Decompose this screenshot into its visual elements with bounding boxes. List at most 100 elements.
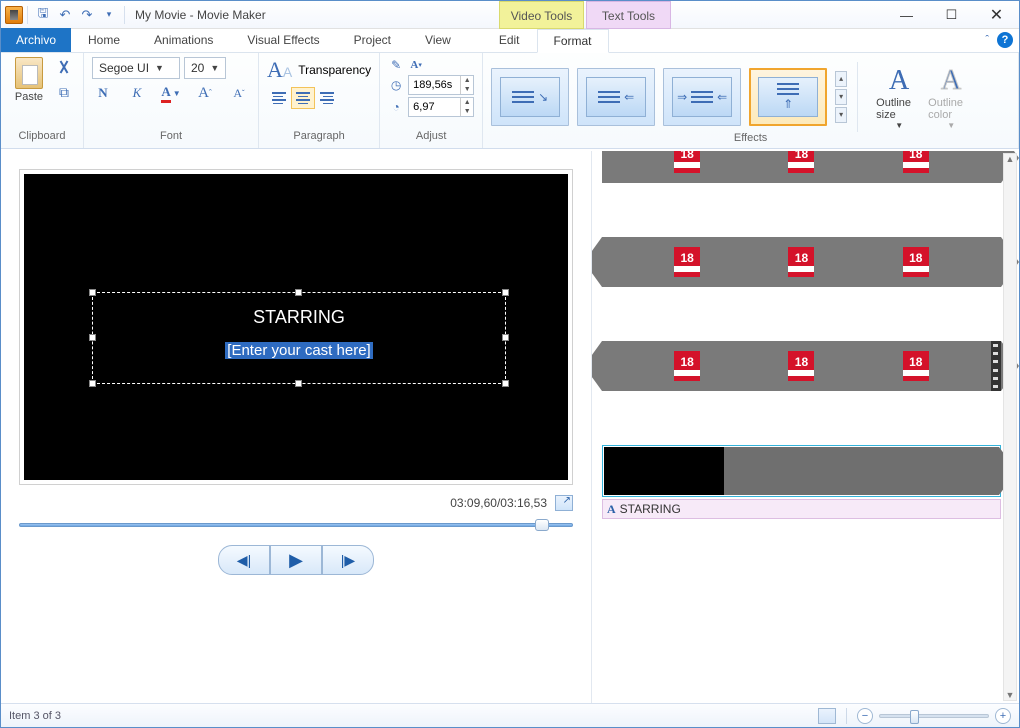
zoom-knob[interactable]: [910, 710, 919, 724]
resize-handle[interactable]: [295, 289, 302, 296]
resize-handle[interactable]: [502, 334, 509, 341]
maximize-button[interactable]: ☐: [929, 1, 974, 29]
font-size-combo[interactable]: 20▼: [184, 57, 226, 79]
text-icon: A: [607, 502, 616, 517]
minimize-button[interactable]: ―: [884, 1, 929, 29]
help-icon[interactable]: ?: [997, 32, 1013, 48]
undo-icon[interactable]: ↶: [54, 4, 76, 26]
timeline-clip[interactable]: 18 18 18: [602, 237, 1001, 287]
fullscreen-button[interactable]: [555, 495, 573, 511]
edit-text-icon[interactable]: ✎: [388, 57, 404, 73]
rating-badge: 18: [903, 351, 929, 381]
close-button[interactable]: ✕: [974, 1, 1019, 29]
effect-scroll-up[interactable]: ⇑: [749, 68, 827, 126]
rating-badge: 18: [903, 247, 929, 277]
tab-visual-effects[interactable]: Visual Effects: [230, 28, 336, 52]
resize-handle[interactable]: [502, 380, 509, 387]
effect-scroll-in[interactable]: ⇒⇐: [663, 68, 741, 126]
effect-scroll-diag[interactable]: ↘: [491, 68, 569, 126]
font-color-button[interactable]: A▼: [160, 83, 182, 103]
effect-scroll-left[interactable]: ⇐: [577, 68, 655, 126]
prev-frame-button[interactable]: ◀|: [218, 545, 270, 575]
outline-color-button: AOutline color▼: [928, 65, 974, 130]
quick-access-toolbar: 🖫 ↶ ↷ ▾: [1, 4, 129, 26]
rating-badge: 18: [674, 151, 700, 173]
tab-view[interactable]: View: [408, 28, 468, 52]
resize-handle[interactable]: [295, 380, 302, 387]
tab-animations[interactable]: Animations: [137, 28, 230, 52]
resize-handle[interactable]: [89, 289, 96, 296]
start-time-spinner[interactable]: 189,56s▲▼: [408, 75, 474, 95]
adjust-group-label: Adjust: [388, 130, 474, 146]
timecode-row: 03:09,60/03:16,53: [19, 495, 573, 511]
seek-knob[interactable]: [535, 519, 549, 531]
align-left-button[interactable]: [267, 87, 291, 109]
main-area: STARRING [Enter your cast here] 03:09,60…: [1, 151, 1019, 703]
vertical-scrollbar[interactable]: ▲▼: [1003, 153, 1017, 701]
tab-edit[interactable]: Edit: [482, 28, 537, 52]
timeline-clip[interactable]: 18 18 18: [602, 151, 1001, 183]
text-box[interactable]: STARRING [Enter your cast here]: [92, 292, 506, 384]
app-icon[interactable]: [5, 6, 23, 24]
text-color-icon[interactable]: A▾: [408, 57, 424, 73]
zoom-control: − +: [857, 708, 1011, 724]
caption-placeholder[interactable]: [Enter your cast here]: [93, 342, 505, 359]
tab-file[interactable]: Archivo: [1, 28, 71, 52]
zoom-in-button[interactable]: +: [995, 708, 1011, 724]
view-mode-button[interactable]: [818, 708, 836, 724]
status-item-count: Item 3 of 3: [9, 710, 61, 722]
collapse-ribbon-icon[interactable]: ˆ: [985, 34, 989, 46]
timecode: 03:09,60/03:16,53: [450, 496, 547, 510]
next-frame-button[interactable]: |▶: [322, 545, 374, 575]
copy-button[interactable]: ⧉: [53, 81, 75, 103]
qat-customize-icon[interactable]: ▾: [98, 4, 120, 26]
clipboard-group-label: Clipboard: [9, 130, 75, 146]
play-button[interactable]: ▶: [270, 545, 322, 575]
playback-controls: ◀| ▶ |▶: [19, 545, 573, 575]
redo-icon[interactable]: ↷: [76, 4, 98, 26]
font-name-combo[interactable]: Segoe UI▼: [92, 57, 180, 79]
preview-pane: STARRING [Enter your cast here] 03:09,60…: [1, 151, 591, 703]
video-tools-tab-header: Video Tools: [499, 1, 584, 29]
bold-button[interactable]: N: [92, 83, 114, 103]
preview-canvas[interactable]: STARRING [Enter your cast here]: [24, 174, 568, 480]
resize-handle[interactable]: [89, 380, 96, 387]
group-paragraph: AA Transparency Paragraph: [259, 53, 380, 148]
save-icon[interactable]: 🖫: [32, 4, 54, 26]
tab-format[interactable]: Format: [537, 29, 609, 53]
effects-group-label: Effects: [491, 132, 1010, 146]
paste-label: Paste: [15, 91, 43, 103]
caption-track[interactable]: A STARRING: [602, 499, 1001, 519]
scissors-icon: [55, 59, 73, 77]
tab-project[interactable]: Project: [337, 28, 408, 52]
timeline-pane[interactable]: 18 18 18 18 18 18 18 18 18 A STARRING ▲▼: [591, 151, 1019, 703]
transparency-button[interactable]: Transparency: [298, 63, 371, 77]
text-tools-tab-header: Text Tools: [586, 1, 671, 29]
preview-canvas-wrap: STARRING [Enter your cast here]: [19, 169, 573, 485]
filmstrip-icon: [991, 341, 1001, 391]
ribbon: Paste ⧉ Clipboard Segoe UI▼ 20▼ N K A▼ A…: [1, 53, 1019, 149]
outline-size-button[interactable]: AOutline size▼: [876, 65, 922, 130]
zoom-slider[interactable]: [879, 714, 989, 718]
rating-badge: 18: [788, 351, 814, 381]
timeline-clip-selected[interactable]: [602, 445, 1001, 497]
resize-handle[interactable]: [89, 334, 96, 341]
rating-badge: 18: [788, 247, 814, 277]
caption-title: STARRING: [93, 307, 505, 328]
align-center-button[interactable]: [291, 87, 315, 109]
paste-button[interactable]: Paste: [9, 57, 49, 103]
effects-gallery-more[interactable]: ▴▾▾: [835, 71, 849, 123]
resize-handle[interactable]: [502, 289, 509, 296]
group-clipboard: Paste ⧉ Clipboard: [1, 53, 84, 148]
grow-font-button[interactable]: Aˆ: [194, 83, 216, 103]
duration-spinner[interactable]: 6,97▲▼: [408, 97, 474, 117]
zoom-out-button[interactable]: −: [857, 708, 873, 724]
align-right-button[interactable]: [315, 87, 339, 109]
seek-bar[interactable]: [19, 523, 573, 533]
italic-button[interactable]: K: [126, 83, 148, 103]
window-controls: ― ☐ ✕: [884, 1, 1019, 29]
tab-home[interactable]: Home: [71, 28, 137, 52]
cut-button[interactable]: [53, 57, 75, 79]
shrink-font-button[interactable]: Aˇ: [228, 83, 250, 103]
timeline-clip[interactable]: 18 18 18: [602, 341, 1001, 391]
